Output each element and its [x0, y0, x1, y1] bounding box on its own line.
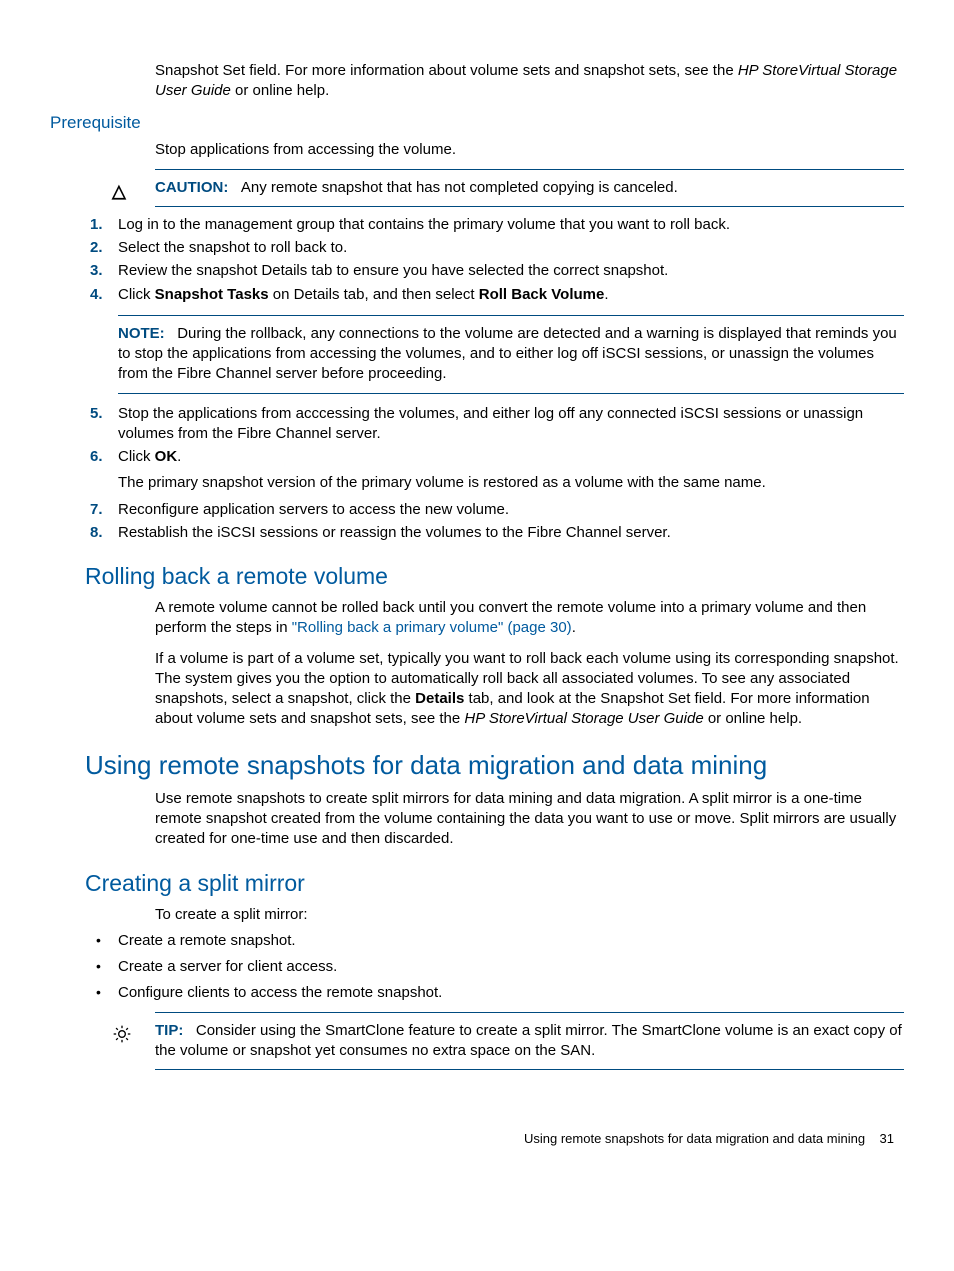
migration-heading: Using remote snapshots for data migratio…: [85, 748, 904, 783]
caution-text: Any remote snapshot that has not complet…: [241, 179, 678, 196]
tip-block: TIP: Consider using the SmartClone featu…: [155, 1021, 904, 1062]
tip-label: TIP:: [155, 1022, 183, 1039]
note-label: NOTE:: [118, 325, 165, 342]
text: .: [604, 286, 608, 303]
bullet-2: Create a server for client access.: [90, 957, 904, 977]
rolling-remote-heading: Rolling back a remote volume: [85, 561, 904, 592]
text: Stop the applications from acccessing th…: [118, 405, 863, 442]
prerequisite-heading: Prerequisite: [50, 112, 904, 135]
step-8: 8.Restablish the iSCSI sessions or reass…: [90, 523, 904, 543]
step-5: 5.Stop the applications from acccessing …: [90, 404, 904, 445]
text: on Details tab, and then select: [269, 286, 479, 303]
ui-term: Roll Back Volume: [479, 286, 605, 303]
footer-text: Using remote snapshots for data migratio…: [524, 1131, 865, 1146]
text: Restablish the iSCSI sessions or reassig…: [118, 524, 671, 541]
text: Click: [118, 286, 155, 303]
steps-list: 1.Log in to the management group that co…: [90, 215, 904, 543]
rule: [118, 393, 904, 394]
rule: [155, 206, 904, 207]
tip-icon: [112, 1024, 132, 1050]
step-4: 4. Click Snapshot Tasks on Details tab, …: [90, 285, 904, 394]
note-body: NOTE: During the rollback, any connectio…: [118, 324, 904, 385]
tip-text: Consider using the SmartClone feature to…: [155, 1022, 902, 1059]
step-6: 6. Click OK. The primary snapshot versio…: [90, 447, 904, 494]
text: Log in to the management group that cont…: [118, 216, 730, 233]
ui-term: OK: [155, 448, 178, 465]
page-footer: Using remote snapshots for data migratio…: [50, 1130, 904, 1148]
step-3: 3.Review the snapshot Details tab to ens…: [90, 261, 904, 281]
caution-block: CAUTION: Any remote snapshot that has no…: [155, 178, 904, 198]
text: Reconfigure application servers to acces…: [118, 501, 509, 518]
split-intro: To create a split mirror:: [155, 905, 904, 925]
text: Click: [118, 448, 155, 465]
rolling-p2: If a volume is part of a volume set, typ…: [155, 649, 904, 730]
bullet-1: Create a remote snapshot.: [90, 931, 904, 951]
step-7: 7.Reconfigure application servers to acc…: [90, 500, 904, 520]
split-mirror-heading: Creating a split mirror: [85, 868, 904, 899]
prerequisite-text: Stop applications from accessing the vol…: [155, 140, 904, 160]
text: Snapshot Set field. For more information…: [155, 62, 738, 79]
step-1: 1.Log in to the management group that co…: [90, 215, 904, 235]
step-result: The primary snapshot version of the prim…: [118, 473, 904, 493]
text: or online help.: [231, 82, 329, 99]
text: .: [572, 619, 576, 636]
rule: [155, 1069, 904, 1070]
migration-p1: Use remote snapshots to create split mir…: [155, 789, 904, 850]
split-bullets: Create a remote snapshot. Create a serve…: [90, 931, 904, 1004]
intro-paragraph: Snapshot Set field. For more information…: [155, 61, 904, 102]
caution-label: CAUTION:: [155, 179, 228, 196]
book-title: HP StoreVirtual Storage User Guide: [464, 710, 703, 727]
ui-term: Snapshot Tasks: [155, 286, 269, 303]
text: Select the snapshot to roll back to.: [118, 239, 347, 256]
note-text: During the rollback, any connections to …: [118, 325, 897, 383]
cross-ref-link[interactable]: "Rolling back a primary volume" (page 30…: [292, 619, 572, 636]
text: or online help.: [704, 710, 802, 727]
rule: [118, 315, 904, 316]
page-number: 31: [880, 1131, 894, 1146]
rule: [155, 169, 904, 170]
step-2: 2.Select the snapshot to roll back to.: [90, 238, 904, 258]
text: Review the snapshot Details tab to ensur…: [118, 262, 668, 279]
note-block: NOTE: During the rollback, any connectio…: [118, 315, 904, 394]
bullet-3: Configure clients to access the remote s…: [90, 983, 904, 1003]
ui-term: Details: [415, 690, 464, 707]
caution-icon: △: [112, 179, 126, 203]
rolling-p1: A remote volume cannot be rolled back un…: [155, 598, 904, 639]
rule: [155, 1012, 904, 1013]
text: .: [177, 448, 181, 465]
